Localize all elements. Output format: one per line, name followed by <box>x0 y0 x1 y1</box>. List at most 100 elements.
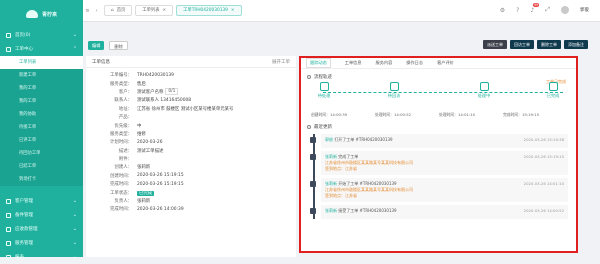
chevron-left-icon[interactable]: ‹ <box>92 8 101 14</box>
sidebar-sub-assist[interactable]: 我的协助 <box>0 108 83 121</box>
sidebar-sub-mine2[interactable]: 我的工单 <box>0 95 83 108</box>
info-row: 附件： <box>118 157 132 163</box>
sidebar-sub-closed[interactable]: 已结工单 <box>0 160 83 173</box>
flow-time: 创建时间：14:00:39 <box>311 112 348 117</box>
sidebar-sub-mine[interactable]: 我的工单 <box>0 82 83 95</box>
list-icon <box>6 46 11 52</box>
close-icon[interactable]: × <box>163 5 167 16</box>
user-icon <box>6 198 11 204</box>
info-row: 联系人： 测试联系人 13416450008 <box>114 98 192 104</box>
info-row: 客户： 测试客户名称 0/1 <box>86 88 296 96</box>
sidebar-item-workorder[interactable]: 工单中心 ⌃ <box>0 42 83 56</box>
sidebar-item-receivable[interactable]: 应收款管理 ⌄ <box>0 222 83 236</box>
flow-node-pending: 待处理 <box>304 82 344 99</box>
customer-count: 0/1 <box>165 88 179 96</box>
tracking-panel: 跟踪动态 工单信息 服务内容 操作日志 客户评价 流程轨迹 工单已完成 待处理 … <box>299 56 578 253</box>
sidebar-sub-new[interactable]: 新建工单 <box>0 69 83 82</box>
service-icon <box>6 240 11 246</box>
add-note-button[interactable]: 添加备注 <box>564 40 588 49</box>
chevron-down-icon: ⌄ <box>72 212 77 218</box>
status-badge: 已完成 <box>137 190 155 196</box>
timeline-item: 张莉新 开始了工单 #TRH0420030139 2020-03-26 14:0… <box>310 178 568 202</box>
sidebar: 青柠来 首页(0) ⌄ 工单中心 ⌃ 工单列表 新建工单 我的工单 我的工单 我的协… <box>0 0 83 260</box>
timeline-marker-icon <box>310 208 316 214</box>
sidebar-sub-revisit[interactable]: 待回访工单 <box>0 147 83 160</box>
edit-button[interactable]: 编辑 <box>88 40 105 50</box>
expand-link[interactable]: 展开工单 <box>272 59 290 65</box>
section-dot-icon <box>307 75 311 79</box>
info-row: 产品： <box>118 115 132 121</box>
sidebar-sub-pending[interactable]: 待接工单 <box>0 121 83 134</box>
chevron-down-icon: ⌄ <box>72 198 77 204</box>
workorder-info-panel: 工单信息 展开工单 工单编号： TRH0420030139 服务类型： 售后 客户：… <box>86 56 296 257</box>
tab-workorder-detail[interactable]: 工单TRH0420030139 × <box>176 5 242 16</box>
flow-time: 处理时间：14:00:52 <box>375 112 412 117</box>
dispatch-button[interactable]: 派送工单 <box>483 40 507 49</box>
user-name[interactable]: 郭俊 <box>580 7 589 13</box>
chevron-down-icon: ⌄ <box>72 226 77 232</box>
brand-logo: 青柠来 <box>0 0 83 28</box>
detail-tabs: 跟踪动态 工单信息 服务内容 操作日志 客户评价 <box>301 58 576 69</box>
tab-workorder-list[interactable]: 工单列表 × <box>135 5 174 16</box>
panel-title: 工单信息 <box>92 59 110 65</box>
timeline-marker-icon <box>310 137 316 143</box>
info-row: 服务类型： 维修 <box>110 131 146 137</box>
section-dot-icon <box>307 125 311 129</box>
tab-operation-log[interactable]: 操作日志 <box>406 60 423 66</box>
top-bar: ≡ ‹ ⌂ 首页 工单列表 × 工单TRH0420030139 × ⚙ ? ♪ 99 ⤢… <box>83 0 600 22</box>
info-row: 计划时间： 2020-03-26 <box>110 139 163 146</box>
sidebar-sub-checkin[interactable]: 到场打卡 <box>0 173 83 186</box>
info-row: 完成时间： 2020-03-26 14:00:39 <box>110 206 184 213</box>
sidebar-item-report[interactable]: 报表 ⌄ <box>0 250 83 264</box>
info-row: 创建人： 张莉新 <box>114 165 151 171</box>
cloud-icon <box>25 10 38 18</box>
help-icon[interactable]: ? <box>516 7 519 14</box>
process-flow: 工单已完成 待处理 待回访 处理中 已完成 创建时间：14:00:39 处理时间… <box>301 79 576 124</box>
delete-workorder-button[interactable]: 删除工单 <box>537 40 561 49</box>
notification-badge: 99 <box>533 2 540 7</box>
flag-icon <box>319 82 329 91</box>
delete-button[interactable]: 删除 <box>109 40 128 50</box>
timeline-marker-icon <box>310 181 316 187</box>
timeline: 郭俊 打开了工单 #TRH0420030139 2020-03-26 15:19… <box>301 134 576 219</box>
info-row: 创建时间： 2020-03-26 15:19:15 <box>110 173 184 179</box>
home-icon: ⌂ <box>111 8 114 13</box>
chevron-down-icon: ⌄ <box>72 240 77 246</box>
menu-toggle-icon[interactable]: ≡ <box>83 8 92 14</box>
flow-line <box>323 92 563 93</box>
info-row: 完成时间： 2020-03-26 15:19:15 <box>110 181 184 188</box>
sidebar-sub-rated[interactable]: 已评工单 <box>0 134 83 147</box>
timeline-marker-icon <box>310 154 316 160</box>
timeline-item: 郭俊 打开了工单 #TRH0420030139 2020-03-26 15:19… <box>310 134 568 148</box>
tab-home[interactable]: ⌂ 首页 <box>104 5 133 16</box>
info-row: 工单状态： 已完成 <box>110 190 155 196</box>
brand-name: 青柠来 <box>41 11 57 18</box>
tab-workorder-info[interactable]: 工单信息 <box>345 60 362 66</box>
flow-node-revisit: 待回访 <box>374 82 414 99</box>
toolbar: 编辑 删除 派送工单 回访工单 删除工单 添加备注 <box>83 38 600 52</box>
info-row: 工单编号： TRH0420030139 <box>110 72 174 79</box>
close-icon[interactable]: × <box>231 5 235 16</box>
sidebar-item-customer[interactable]: 客户管理 ⌄ <box>0 194 83 208</box>
sidebar-item-home[interactable]: 首页(0) ⌄ <box>0 28 83 42</box>
sidebar-sub-list[interactable]: 工单列表 <box>0 56 83 69</box>
revisit-button[interactable]: 回访工单 <box>510 40 534 49</box>
tab-customer-review[interactable]: 客户评价 <box>437 60 454 66</box>
timeline-item: 张莉新 完成了工单 2020-03-26 15:19:15 江苏省徐州市鼓楼区某… <box>310 151 568 175</box>
chevron-down-icon: ⌄ <box>72 32 77 38</box>
settings-icon[interactable]: ⚙ <box>500 7 505 14</box>
sidebar-item-service[interactable]: 服务管理 ⌄ <box>0 236 83 250</box>
sidebar-item-parts[interactable]: 备件管理 ⌄ <box>0 208 83 222</box>
avatar[interactable] <box>561 6 569 14</box>
box-icon <box>6 212 11 218</box>
expand-icon[interactable]: ⤢ <box>545 6 550 14</box>
bell-icon[interactable]: ♪ 99 <box>530 2 540 14</box>
tab-service-content[interactable]: 服务内容 <box>376 60 393 66</box>
timeline-item: 张莉新 接受了工单 #TRH0420030139 2020-03-26 14:0… <box>310 205 568 219</box>
check-doc-icon <box>548 82 558 91</box>
chart-icon <box>6 254 11 260</box>
chevron-down-icon: ⌄ <box>72 254 77 260</box>
tab-tracking[interactable]: 跟踪动态 <box>306 58 331 68</box>
info-row: 优先级：中 <box>114 123 142 129</box>
flow-time: 处理时间：14:01:10 <box>439 112 476 117</box>
